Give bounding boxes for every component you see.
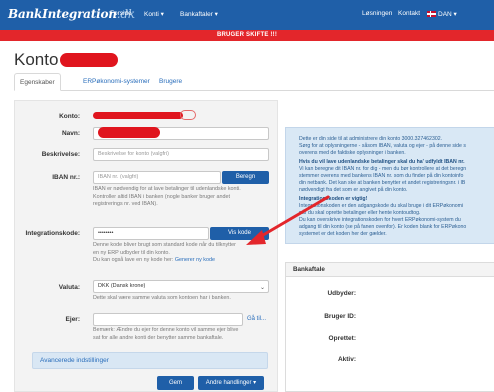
bruger-id-label: Bruger ID: <box>324 313 356 320</box>
info-line: systemet er det koden her der gælder. <box>299 231 387 237</box>
redaction-scribble <box>180 110 196 120</box>
nav-konti[interactable]: Konti ▾ <box>144 10 164 18</box>
beregn-button[interactable]: Beregn <box>222 171 269 184</box>
tab-erp-systemer[interactable]: ERPøkonomi-systemer <box>78 73 155 91</box>
info-line: din netbank. Det kan ske at banken benyt… <box>299 180 466 186</box>
redaction-scribble <box>60 53 118 67</box>
iban-label: IBAN nr.: <box>52 174 80 181</box>
oprettet-label: Oprettet: <box>328 335 356 342</box>
valuta-help: Dette skal være samme valuta som kontoen… <box>93 295 231 301</box>
info-line: overens med de faktiske oplysninger i ba… <box>299 150 406 156</box>
info-line: Dette er din side til at administrere di… <box>299 136 443 142</box>
info-line: stemmer overens med bankens IBAN nr. som… <box>299 173 464 179</box>
danish-flag-icon <box>427 11 436 17</box>
integration-code-input[interactable]: •••••••• <box>93 227 209 240</box>
andre-handlinger-button[interactable]: Andre handlinger ▾ <box>198 376 264 390</box>
generer-kode-link[interactable]: Generer ny kode <box>175 257 215 263</box>
info-line: Du kan overskrive integrationskoden for … <box>299 217 461 223</box>
integration-label: Integrationskode: <box>25 230 80 237</box>
tab-egenskaber[interactable]: Egenskaber <box>14 73 61 91</box>
valuta-label: Valuta: <box>58 284 80 291</box>
konto-label: Konto: <box>59 113 80 120</box>
tab-brugere[interactable]: Brugere <box>154 73 187 91</box>
nav-loesningen[interactable]: Løsningen <box>362 10 392 17</box>
integration-help: Denne kode bliver brugt som standard kod… <box>93 242 236 264</box>
nav-forside[interactable]: Forside <box>110 10 132 17</box>
valuta-select[interactable]: DKK (Dansk krone) ⌄ <box>93 280 269 293</box>
tab-bar: Egenskaber ERPøkonomi-systemer Brugere <box>14 73 494 91</box>
iban-input[interactable]: IBAN nr. (valgfri) <box>93 171 221 184</box>
info-line: Hvis du vil lave udenlandske betalinger … <box>299 159 465 165</box>
aktiv-label: Aktiv: <box>337 356 356 363</box>
info-line: når du skal oprette betalinger eller hen… <box>299 210 421 216</box>
top-navbar: BankIntegration.dk Forside Konti ▾ Banka… <box>0 0 494 30</box>
iban-help: IBAN er nødvendig for at lave betalinger… <box>93 186 241 208</box>
redaction-scribble <box>93 112 183 119</box>
chevron-down-icon: ⌄ <box>259 285 265 291</box>
avancerede-indstillinger-toggle[interactable]: Avancerede indstillinger <box>32 352 268 369</box>
gem-button[interactable]: Gem <box>157 376 194 390</box>
udbyder-label: Udbyder: <box>327 290 356 297</box>
nav-bankaftaler[interactable]: Bankaftaler ▾ <box>180 10 218 18</box>
vis-kode-button[interactable]: Vis kode <box>210 227 269 240</box>
gaa-til-link[interactable]: Gå til... <box>247 316 266 322</box>
redaction-scribble <box>98 127 160 138</box>
info-panel: Dette er din side til at administrere di… <box>285 127 494 244</box>
bankaftale-panel: Bankaftale Udbyder: Bruger ID: Oprettet:… <box>285 262 494 392</box>
beskrivelse-input[interactable]: Beskrivelse for konto (valgfri) <box>93 148 269 161</box>
info-line: Vi kan beregne dit IBAN nr. for dig - me… <box>299 166 467 172</box>
nav-kontakt[interactable]: Kontakt <box>398 10 420 17</box>
ejer-help: Bemærk: Ændre du ejer for denne konto vi… <box>93 327 239 341</box>
user-switch-banner: BRUGER SKIFTE !!! <box>0 30 494 41</box>
ejer-input[interactable] <box>93 313 243 326</box>
language-selector[interactable]: DAN ▾ <box>427 10 457 18</box>
navn-label: Navn: <box>61 130 80 137</box>
info-line: Sørg for at oplysningerne - såsom IBAN, … <box>299 143 466 149</box>
beskrivelse-label: Beskrivelse: <box>41 151 80 158</box>
bankaftale-title: Bankaftale <box>286 263 494 277</box>
info-line: adgang til din konto (se på fanen ovenfo… <box>299 224 467 230</box>
ejer-label: Ejer: <box>65 316 80 323</box>
page-title: Konto <box>14 50 59 69</box>
info-line: Integrationskoden er den adgangskode du … <box>299 203 464 209</box>
info-line: Integrationskoden er vigtig! <box>299 196 368 202</box>
info-line: nødvendigt fra det som er angivet på din… <box>299 187 408 193</box>
